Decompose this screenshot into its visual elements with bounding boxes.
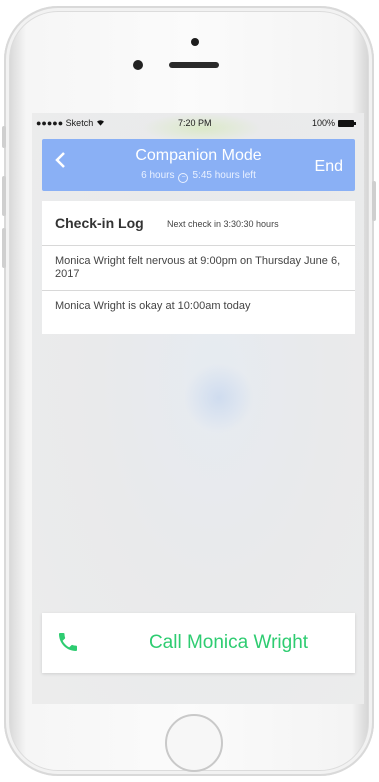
- status-bar: ●●●●● Sketch 7:20 PM 100%: [32, 113, 364, 133]
- battery-status: 100%: [312, 118, 356, 128]
- wifi-icon: [96, 120, 104, 126]
- call-label: Call Monica Wright: [148, 632, 309, 653]
- battery-icon: [338, 119, 356, 127]
- companion-header: Companion Mode 6 hours −5:45 hours left E…: [42, 139, 355, 191]
- phone-frame: ●●●●● Sketch 7:20 PM 100% Companion Mode…: [2, 6, 376, 776]
- mute-switch: [2, 126, 6, 148]
- next-checkin-label: Next check in 3:30:30 hours: [167, 219, 279, 229]
- checkin-log-title: Check-in Log: [55, 215, 144, 231]
- power-button: [372, 181, 376, 221]
- earpiece-speaker: [169, 62, 219, 68]
- session-duration: 6 hours: [141, 170, 175, 181]
- log-entry: Monica Wright felt nervous at 9:00pm on …: [42, 246, 355, 291]
- session-info: 6 hours −5:45 hours left: [42, 170, 355, 183]
- checkin-log-card: Check-in Log Next check in 3:30:30 hours…: [42, 201, 355, 334]
- location-marker-glow: [184, 363, 254, 433]
- volume-down-button: [2, 228, 6, 268]
- carrier-label: ●●●●● Sketch: [36, 118, 105, 128]
- checkin-log-header: Check-in Log Next check in 3:30:30 hours: [42, 201, 355, 246]
- timer-icon: −: [178, 173, 189, 183]
- call-button[interactable]: Call Monica Wright: [42, 613, 355, 673]
- end-button[interactable]: End: [315, 158, 343, 176]
- page-title: Companion Mode: [135, 147, 262, 164]
- camera: [191, 38, 199, 46]
- home-button[interactable]: [165, 714, 223, 772]
- front-camera: [133, 60, 143, 70]
- screen: ●●●●● Sketch 7:20 PM 100% Companion Mode…: [32, 113, 364, 704]
- log-entry: Monica Wright is okay at 10:00am today: [55, 300, 251, 312]
- status-time: 7:20 PM: [178, 118, 212, 128]
- time-remaining: 5:45 hours left: [192, 170, 256, 181]
- volume-up-button: [2, 176, 6, 216]
